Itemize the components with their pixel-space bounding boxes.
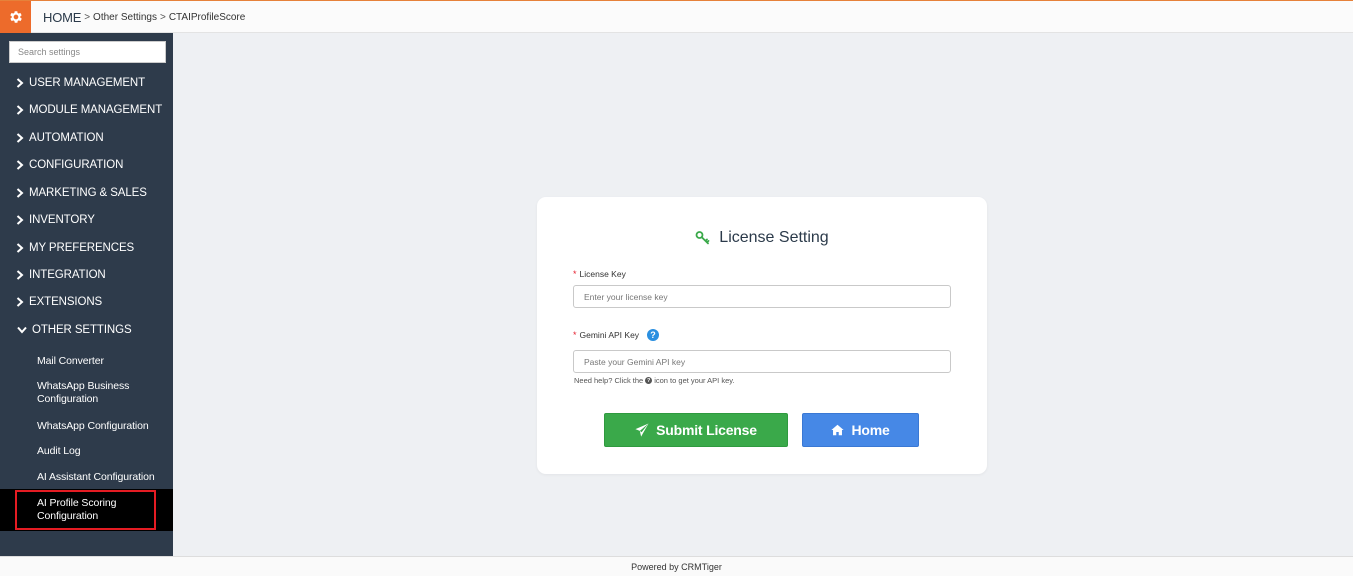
- license-key-input[interactable]: [573, 285, 951, 308]
- license-setting-card: License Setting * License Key * Gemini A…: [537, 197, 987, 474]
- home-button-label: Home: [851, 422, 890, 438]
- sidebar-item-automation[interactable]: AUTOMATION: [14, 130, 104, 146]
- sidebar-item-other-settings[interactable]: OTHER SETTINGS: [14, 322, 132, 338]
- sidebar-subitem-whatsapp-business-configuration[interactable]: WhatsApp Business Configuration: [37, 380, 147, 406]
- gear-icon: [9, 11, 22, 23]
- gemini-api-key-input[interactable]: [573, 350, 951, 373]
- card-title-text: License Setting: [719, 229, 829, 246]
- sidebar-subitem-ai-profile-scoring-configuration[interactable]: AI Profile Scoring Configuration: [37, 497, 137, 523]
- search-settings-input[interactable]: [9, 41, 166, 63]
- chevron-right-icon: [14, 132, 26, 144]
- chevron-right-icon: [14, 187, 26, 199]
- license-key-label: * License Key: [573, 269, 626, 279]
- sidebar-item-module-management[interactable]: MODULE MANAGEMENT: [14, 102, 162, 118]
- sidebar-item-label: OTHER SETTINGS: [32, 324, 132, 336]
- home-icon: [831, 424, 845, 436]
- sidebar: USER MANAGEMENT MODULE MANAGEMENT AUTOMA…: [0, 33, 173, 556]
- top-bar: HOME > Other Settings > CTAIProfileScore: [0, 0, 1353, 33]
- sidebar-subitem-ai-assistant-configuration[interactable]: AI Assistant Configuration: [37, 471, 155, 484]
- sidebar-subitem-audit-log[interactable]: Audit Log: [37, 445, 81, 458]
- sidebar-item-inventory[interactable]: INVENTORY: [14, 212, 95, 228]
- help-text-before: Need help? Click the: [574, 376, 644, 385]
- question-circle-icon[interactable]: ?: [647, 329, 660, 341]
- footer: Powered by CRMTiger: [0, 556, 1353, 576]
- help-text: Need help? Click the ? icon to get your …: [574, 376, 735, 385]
- breadcrumb-separator: >: [159, 12, 166, 23]
- sidebar-item-extensions[interactable]: EXTENSIONS: [14, 294, 102, 310]
- gemini-api-key-label: * Gemini API Key ?: [573, 329, 660, 341]
- required-marker: *: [573, 269, 577, 279]
- license-key-label-text: License Key: [579, 269, 626, 279]
- breadcrumb: HOME > Other Settings > CTAIProfileScore: [43, 10, 245, 25]
- breadcrumb-current: CTAIProfileScore: [168, 12, 246, 23]
- sidebar-item-my-preferences[interactable]: MY PREFERENCES: [14, 240, 134, 256]
- home-button[interactable]: Home: [802, 413, 919, 447]
- sidebar-item-marketing-sales[interactable]: MARKETING & SALES: [14, 185, 147, 201]
- chevron-right-icon: [14, 296, 26, 308]
- sidebar-item-label: MODULE MANAGEMENT: [29, 104, 163, 116]
- sidebar-item-label: USER MANAGEMENT: [29, 77, 146, 89]
- sidebar-subitem-whatsapp-configuration[interactable]: WhatsApp Configuration: [37, 420, 149, 433]
- submit-license-button[interactable]: Submit License: [604, 413, 788, 447]
- sidebar-item-integration[interactable]: INTEGRATION: [14, 267, 106, 283]
- chevron-right-icon: [14, 269, 26, 281]
- chevron-right-icon: [14, 77, 26, 89]
- card-title: License Setting: [537, 229, 987, 247]
- sidebar-item-label: MARKETING & SALES: [29, 187, 147, 199]
- chevron-right-icon: [14, 242, 26, 254]
- sidebar-item-label: INVENTORY: [29, 214, 95, 226]
- gemini-api-key-label-text: Gemini API Key: [579, 330, 640, 340]
- sidebar-item-label: EXTENSIONS: [29, 296, 103, 308]
- breadcrumb-home[interactable]: HOME: [43, 10, 81, 25]
- sidebar-item-label: CONFIGURATION: [29, 159, 124, 171]
- key-icon: [695, 231, 710, 245]
- question-circle-icon: ?: [645, 377, 653, 384]
- chevron-right-icon: [14, 104, 26, 116]
- submit-license-label: Submit License: [656, 422, 757, 438]
- chevron-down-icon: [14, 324, 29, 336]
- sidebar-item-label: INTEGRATION: [29, 269, 106, 281]
- required-marker: *: [573, 330, 577, 340]
- sidebar-subitem-mail-converter[interactable]: Mail Converter: [37, 355, 104, 368]
- chevron-right-icon: [14, 159, 26, 171]
- breadcrumb-separator: >: [84, 12, 91, 23]
- sidebar-item-label: AUTOMATION: [29, 132, 104, 144]
- settings-button[interactable]: [0, 1, 31, 33]
- sidebar-item-user-management[interactable]: USER MANAGEMENT: [14, 75, 145, 91]
- sidebar-item-configuration[interactable]: CONFIGURATION: [14, 157, 123, 173]
- sidebar-item-label: MY PREFERENCES: [29, 242, 135, 254]
- chevron-right-icon: [14, 214, 26, 226]
- help-text-after: icon to get your API key.: [654, 376, 735, 385]
- paper-plane-icon: [635, 423, 649, 437]
- footer-text: Powered by CRMTiger: [631, 561, 722, 572]
- breadcrumb-other-settings[interactable]: Other Settings: [93, 12, 157, 23]
